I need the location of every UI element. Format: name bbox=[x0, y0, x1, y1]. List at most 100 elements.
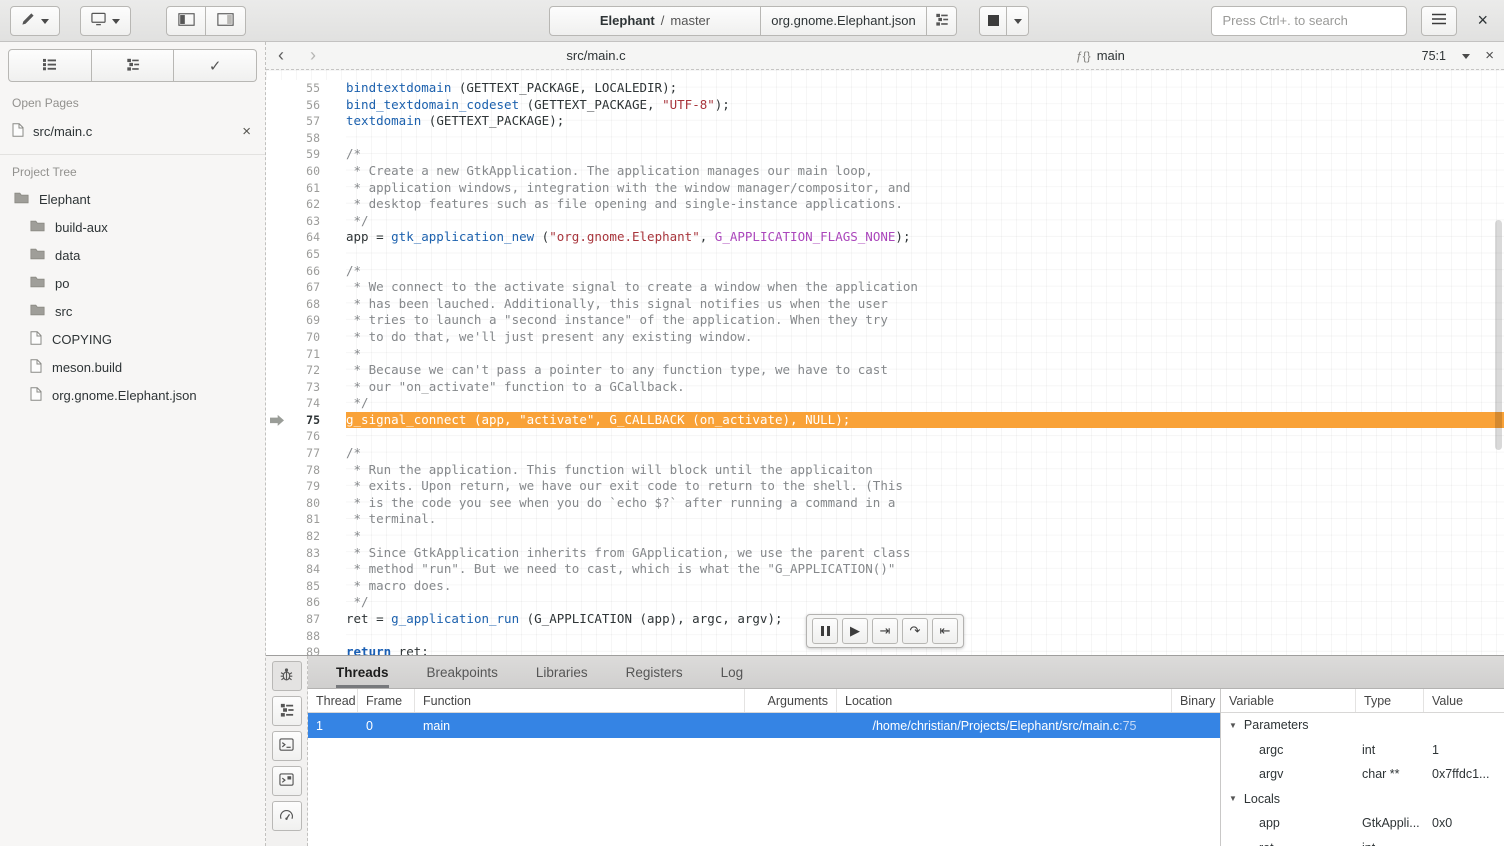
code-line-62[interactable]: 62 * desktop features such as file openi… bbox=[266, 196, 1504, 213]
runtime-terminal-panel-button[interactable] bbox=[272, 766, 302, 796]
editor-mode-button[interactable] bbox=[10, 6, 60, 36]
code-line-55[interactable]: 55bindtextdomain (GETTEXT_PACKAGE, LOCAL… bbox=[266, 80, 1504, 97]
stop-button[interactable] bbox=[979, 6, 1007, 36]
variable-group-parameters[interactable]: ▼Parameters bbox=[1221, 713, 1504, 738]
code-line-59[interactable]: 59/* bbox=[266, 146, 1504, 163]
build-config-button[interactable]: org.gnome.Elephant.json bbox=[761, 6, 927, 36]
open-page-item[interactable]: src/main.c × bbox=[0, 116, 265, 146]
column-header-function[interactable]: Function bbox=[415, 689, 745, 712]
line-number[interactable]: 72 bbox=[266, 362, 346, 379]
menu-button[interactable] bbox=[1421, 6, 1457, 36]
column-header-arguments[interactable]: Arguments bbox=[745, 689, 837, 712]
open-pages-view-button[interactable] bbox=[8, 49, 92, 82]
code-line-66[interactable]: 66/* bbox=[266, 263, 1504, 280]
line-number[interactable]: 80 bbox=[266, 495, 346, 512]
line-number[interactable]: 73 bbox=[266, 379, 346, 396]
project-tree-panel-button[interactable] bbox=[272, 696, 302, 726]
debugger-panel-button[interactable] bbox=[272, 661, 302, 691]
line-number[interactable]: 62 bbox=[266, 196, 346, 213]
todo-view-button[interactable]: ✓ bbox=[174, 49, 257, 82]
code-line-74[interactable]: 74 */ bbox=[266, 395, 1504, 412]
code-line-77[interactable]: 77/* bbox=[266, 445, 1504, 462]
editor-scrollbar[interactable] bbox=[1495, 220, 1502, 450]
source-editor[interactable]: 55bindtextdomain (GETTEXT_PACKAGE, LOCAL… bbox=[266, 70, 1504, 655]
tab-log[interactable]: Log bbox=[721, 656, 744, 688]
line-number[interactable]: 81 bbox=[266, 511, 346, 528]
line-number[interactable]: 63 bbox=[266, 213, 346, 230]
code-line-81[interactable]: 81 * terminal. bbox=[266, 511, 1504, 528]
line-number[interactable]: 79 bbox=[266, 478, 346, 495]
code-line-56[interactable]: 56bind_textdomain_codeset (GETTEXT_PACKA… bbox=[266, 97, 1504, 114]
run-options-button[interactable] bbox=[1007, 6, 1029, 36]
profiler-panel-button[interactable] bbox=[272, 801, 302, 831]
line-number[interactable]: 86 bbox=[266, 594, 346, 611]
code-line-72[interactable]: 72 * Because we can't pass a pointer to … bbox=[266, 362, 1504, 379]
code-line-86[interactable]: 86 */ bbox=[266, 594, 1504, 611]
code-line-85[interactable]: 85 * macro does. bbox=[266, 578, 1504, 595]
column-header-location[interactable]: Location bbox=[837, 689, 1172, 712]
line-number[interactable]: 56 bbox=[266, 97, 346, 114]
tree-item-Elephant[interactable]: Elephant bbox=[0, 185, 265, 213]
expander-icon[interactable]: ▼ bbox=[1229, 721, 1237, 730]
editor-options-button[interactable] bbox=[1462, 42, 1470, 69]
tree-item-org.gnome.Elephant.json[interactable]: org.gnome.Elephant.json bbox=[0, 381, 265, 409]
column-header-thread[interactable]: Thread bbox=[308, 689, 358, 712]
pause-button[interactable] bbox=[812, 618, 838, 644]
tree-item-meson.build[interactable]: meson.build bbox=[0, 353, 265, 381]
line-number[interactable]: 67 bbox=[266, 279, 346, 296]
variable-row-ret[interactable]: retint bbox=[1221, 836, 1504, 846]
code-line-64[interactable]: 64app = gtk_application_new ("org.gnome.… bbox=[266, 229, 1504, 246]
code-line-73[interactable]: 73 * our "on_activate" function to a GCa… bbox=[266, 379, 1504, 396]
code-line-79[interactable]: 79 * exits. Upon return, we have our exi… bbox=[266, 478, 1504, 495]
code-line-78[interactable]: 78 * Run the application. This function … bbox=[266, 462, 1504, 479]
column-header-binary[interactable]: Binary bbox=[1172, 689, 1220, 712]
project-branch-button[interactable]: Elephant / master bbox=[549, 6, 761, 36]
step-over-button[interactable]: ↷ bbox=[902, 618, 928, 644]
code-line-70[interactable]: 70 * to do that, we'll just present any … bbox=[266, 329, 1504, 346]
line-number[interactable]: 74 bbox=[266, 395, 346, 412]
line-number[interactable]: 78 bbox=[266, 462, 346, 479]
tab-registers[interactable]: Registers bbox=[626, 656, 683, 688]
tab-threads[interactable]: Threads bbox=[336, 656, 389, 688]
variable-row-argv[interactable]: argvchar **0x7ffdc1... bbox=[1221, 762, 1504, 787]
tree-item-po[interactable]: po bbox=[0, 269, 265, 297]
terminal-panel-button[interactable] bbox=[272, 731, 302, 761]
line-number[interactable]: 85 bbox=[266, 578, 346, 595]
code-line-80[interactable]: 80 * is the code you see when you do `ec… bbox=[266, 495, 1504, 512]
tab-breakpoints[interactable]: Breakpoints bbox=[427, 656, 498, 688]
code-line-63[interactable]: 63 */ bbox=[266, 213, 1504, 230]
toggle-left-panel-button[interactable] bbox=[166, 6, 206, 36]
code-line-69[interactable]: 69 * tries to launch a "second instance"… bbox=[266, 312, 1504, 329]
line-number[interactable]: 83 bbox=[266, 545, 346, 562]
window-close-button[interactable]: × bbox=[1471, 10, 1494, 31]
step-in-button[interactable]: ⇥ bbox=[872, 618, 898, 644]
column-header-value[interactable]: Value bbox=[1424, 689, 1504, 712]
variable-row-argc[interactable]: argcint1 bbox=[1221, 738, 1504, 763]
expander-icon[interactable]: ▼ bbox=[1229, 794, 1237, 803]
code-line-57[interactable]: 57textdomain (GETTEXT_PACKAGE); bbox=[266, 113, 1504, 130]
tree-item-data[interactable]: data bbox=[0, 241, 265, 269]
cursor-position[interactable]: 75:1 bbox=[1422, 42, 1446, 69]
thread-row[interactable]: 10main/home/christian/Projects/Elephant/… bbox=[308, 713, 1220, 738]
code-line-58[interactable]: 58 bbox=[266, 130, 1504, 147]
code-line-82[interactable]: 82 * bbox=[266, 528, 1504, 545]
code-line-83[interactable]: 83 * Since GtkApplication inherits from … bbox=[266, 545, 1504, 562]
tab-libraries[interactable]: Libraries bbox=[536, 656, 588, 688]
line-number[interactable]: 65 bbox=[266, 246, 346, 263]
line-number[interactable]: 58 bbox=[266, 130, 346, 147]
line-number[interactable]: 71 bbox=[266, 346, 346, 363]
symbol-menu-button[interactable]: ƒ{} main bbox=[1076, 42, 1125, 69]
code-line-65[interactable]: 65 bbox=[266, 246, 1504, 263]
tree-item-src[interactable]: src bbox=[0, 297, 265, 325]
editor-close-button[interactable]: × bbox=[1485, 42, 1494, 69]
variable-group-locals[interactable]: ▼Locals bbox=[1221, 787, 1504, 812]
line-number[interactable]: 87 bbox=[266, 611, 346, 628]
variable-row-app[interactable]: appGtkAppli...0x0 bbox=[1221, 811, 1504, 836]
line-number[interactable]: 88 bbox=[266, 628, 346, 645]
line-number[interactable]: 89 bbox=[266, 644, 346, 655]
code-line-75[interactable]: 75g_signal_connect (app, "activate", G_C… bbox=[266, 412, 1504, 429]
close-page-icon[interactable]: × bbox=[240, 123, 253, 140]
line-number[interactable]: 61 bbox=[266, 180, 346, 197]
line-number[interactable]: 59 bbox=[266, 146, 346, 163]
line-number[interactable]: 68 bbox=[266, 296, 346, 313]
